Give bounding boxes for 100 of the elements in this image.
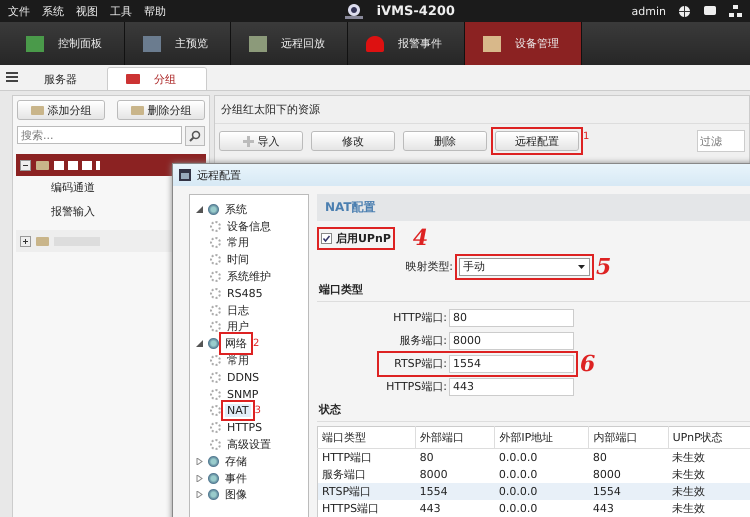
table-cell: RTSP端口 bbox=[318, 483, 416, 500]
gear-icon bbox=[210, 254, 221, 266]
annotation-number: 5 bbox=[596, 256, 612, 278]
list-icon bbox=[6, 72, 18, 82]
section-heading: 状态 bbox=[317, 398, 750, 422]
table-cell: 0.0.0.0 bbox=[494, 448, 589, 466]
table-cell: HTTP端口 bbox=[318, 448, 416, 466]
checkbox[interactable] bbox=[321, 232, 332, 244]
folder-icon bbox=[36, 236, 49, 246]
table-cell: 未生效 bbox=[668, 448, 750, 466]
filter-field[interactable]: 过滤 bbox=[697, 130, 745, 152]
tree-item[interactable]: 系统维护 bbox=[225, 269, 273, 284]
section-heading: 端口类型 bbox=[317, 278, 750, 302]
collapse-icon[interactable] bbox=[196, 206, 203, 213]
toolbar-button[interactable]: 修改 bbox=[311, 131, 395, 151]
caret-icon bbox=[578, 264, 585, 268]
toolbar-button[interactable]: 导入 bbox=[219, 131, 303, 151]
mapping-type-dropdown[interactable]: 手动 bbox=[459, 258, 590, 276]
column-header: 外部端口 bbox=[416, 426, 495, 448]
tab[interactable]: 服务器 bbox=[26, 68, 107, 90]
gear-icon bbox=[210, 405, 221, 416]
tree-item[interactable]: 常用 bbox=[225, 235, 251, 250]
field-label: 映射类型: bbox=[404, 259, 453, 274]
annotation-number: 1 bbox=[583, 131, 590, 142]
tree-item[interactable]: 存储 bbox=[223, 454, 249, 469]
gear-icon bbox=[210, 388, 221, 400]
table-cell: 80 bbox=[416, 448, 495, 466]
redacted-name bbox=[54, 160, 100, 170]
tree-item[interactable]: 高级设置 bbox=[225, 437, 273, 452]
tree-item[interactable]: 设备信息 bbox=[225, 218, 273, 234]
network-icon[interactable] bbox=[729, 5, 742, 17]
group-button[interactable]: 删除分组 bbox=[117, 100, 205, 120]
collapse-icon[interactable] bbox=[196, 340, 203, 348]
column-header: 内部端口 bbox=[588, 426, 668, 448]
search-field[interactable]: 搜索... bbox=[17, 126, 182, 144]
resource-title: 分组红太阳下的资源 bbox=[215, 96, 749, 124]
globe-icon bbox=[208, 456, 219, 467]
folder-icon bbox=[126, 74, 140, 84]
table-cell: 未生效 bbox=[668, 500, 750, 517]
tree-item[interactable]: HTTPS bbox=[225, 421, 264, 434]
table-cell: 8000 bbox=[416, 466, 495, 483]
tab-icon bbox=[26, 36, 44, 52]
toolbar-button[interactable]: 删除 bbox=[403, 131, 487, 151]
gear-icon bbox=[210, 271, 221, 282]
collapse-icon[interactable] bbox=[20, 160, 31, 170]
tree-item[interactable]: DDNS bbox=[225, 370, 262, 384]
menu-item[interactable]: 视图 bbox=[76, 4, 98, 18]
tree-item[interactable]: 系统 bbox=[223, 202, 249, 217]
gear-icon bbox=[210, 355, 221, 366]
tree-item[interactable]: SNMP bbox=[225, 388, 260, 401]
expand-icon[interactable] bbox=[20, 236, 31, 246]
column-header: UPnP状态 bbox=[668, 426, 750, 448]
tree-item[interactable]: 图像 bbox=[223, 487, 249, 502]
field-label: HTTP端口: bbox=[392, 310, 447, 325]
table-cell: 1554 bbox=[416, 483, 495, 500]
table-cell: 未生效 bbox=[668, 466, 750, 483]
tree-item[interactable]: RS485 bbox=[225, 286, 265, 300]
gear-icon bbox=[210, 304, 221, 316]
monitor-icon[interactable] bbox=[703, 5, 717, 17]
port-field[interactable]: 443 bbox=[449, 378, 574, 396]
globe-icon bbox=[208, 472, 219, 484]
tab-icon bbox=[249, 36, 267, 52]
tab[interactable]: 分组 bbox=[107, 67, 207, 90]
dialog-title: 远程配置 bbox=[197, 168, 241, 182]
table-cell: 443 bbox=[588, 500, 668, 517]
tree-item[interactable]: 用户 bbox=[225, 319, 251, 334]
menu-item[interactable]: 帮助 bbox=[144, 4, 166, 18]
tab-icon bbox=[366, 36, 384, 52]
menu-item[interactable]: 工具 bbox=[110, 4, 132, 18]
gear-icon bbox=[210, 321, 221, 332]
plus-icon bbox=[242, 136, 254, 146]
folder-icon bbox=[36, 160, 49, 170]
globe-icon bbox=[208, 489, 219, 500]
table-cell: 80 bbox=[588, 448, 668, 466]
port-field[interactable]: 8000 bbox=[449, 332, 574, 350]
table-cell: 0.0.0.0 bbox=[494, 483, 589, 500]
app-title: iVMS-4200 bbox=[376, 4, 455, 18]
annotation-number: 4 bbox=[412, 227, 428, 249]
menu-item[interactable]: 系统 bbox=[42, 4, 64, 18]
toolbar-button[interactable]: 远程配置 bbox=[495, 131, 579, 151]
tree-item[interactable]: 日志 bbox=[225, 302, 251, 318]
group-button[interactable]: 添加分组 bbox=[17, 100, 105, 120]
gear-icon bbox=[210, 422, 221, 434]
port-field[interactable]: 1554 bbox=[449, 354, 574, 372]
nav-tab[interactable]: 设备管理 bbox=[465, 22, 582, 65]
section-heading: NAT配置 bbox=[317, 194, 750, 221]
port-field[interactable]: 80 bbox=[449, 308, 574, 326]
column-header: 外部IP地址 bbox=[494, 426, 589, 448]
tree-item[interactable]: 事件 bbox=[223, 470, 249, 486]
user-name: admin bbox=[632, 4, 666, 18]
globe-icon[interactable] bbox=[678, 4, 691, 18]
column-header: 端口类型 bbox=[318, 426, 416, 448]
tree-item[interactable]: NAT bbox=[225, 404, 251, 418]
search-icon[interactable] bbox=[185, 126, 205, 146]
menu-item[interactable]: 文件 bbox=[8, 4, 30, 18]
tab-icon bbox=[143, 36, 161, 52]
annotation-number: 3 bbox=[254, 405, 261, 416]
upnp-checkbox[interactable]: 启用UPnP bbox=[321, 230, 391, 246]
tree-item[interactable]: 时间 bbox=[225, 252, 251, 268]
tree-item[interactable]: 常用 bbox=[225, 353, 251, 368]
